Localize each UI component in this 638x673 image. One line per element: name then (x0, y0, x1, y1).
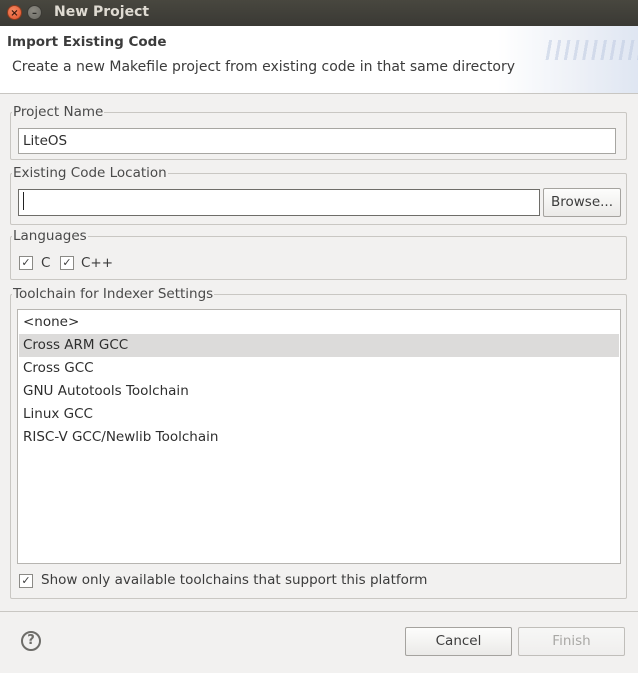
project-name-label: Project Name (13, 104, 104, 120)
header-decoration (543, 40, 638, 60)
title-bar: × – New Project (0, 0, 638, 26)
minimize-icon[interactable]: – (27, 5, 42, 20)
toolchain-label: Toolchain for Indexer Settings (13, 286, 214, 302)
check-icon: ✓ (21, 256, 31, 269)
language-cpp-checkbox[interactable]: ✓ (60, 256, 74, 270)
finish-button[interactable]: Finish (518, 627, 625, 656)
page-description: Create a new Makefile project from exist… (12, 59, 516, 75)
project-name-input[interactable]: LiteOS (18, 128, 616, 154)
list-item[interactable]: RISC-V GCC/Newlib Toolchain (19, 426, 619, 449)
list-item[interactable]: Cross ARM GCC (19, 334, 619, 357)
list-item[interactable]: <none> (19, 311, 619, 334)
code-location-label: Existing Code Location (13, 165, 167, 181)
browse-button[interactable]: Browse... (543, 188, 621, 217)
window-title: New Project (54, 4, 150, 20)
check-icon: ✓ (21, 574, 31, 587)
language-c-label: C (41, 255, 51, 271)
list-item[interactable]: GNU Autotools Toolchain (19, 380, 619, 403)
list-item[interactable]: Linux GCC (19, 403, 619, 426)
footer-divider (0, 611, 638, 612)
text-caret (23, 192, 24, 210)
language-c-checkbox[interactable]: ✓ (19, 256, 33, 270)
code-location-input[interactable] (18, 189, 540, 216)
project-name-value: LiteOS (23, 133, 68, 149)
languages-label: Languages (13, 228, 87, 244)
toolchain-list[interactable]: <none> Cross ARM GCC Cross GCC GNU Autot… (17, 309, 621, 564)
check-icon: ✓ (62, 256, 72, 269)
list-item[interactable]: Cross GCC (19, 357, 619, 380)
language-cpp-label: C++ (81, 255, 114, 271)
close-icon[interactable]: × (7, 5, 22, 20)
wizard-header: Import Existing Code Create a new Makefi… (0, 26, 638, 94)
filter-toolchains-checkbox[interactable]: ✓ (19, 574, 33, 588)
cancel-button[interactable]: Cancel (405, 627, 512, 656)
filter-toolchains-label: Show only available toolchains that supp… (41, 572, 428, 588)
help-icon[interactable]: ? (21, 631, 41, 651)
page-title: Import Existing Code (7, 34, 167, 50)
